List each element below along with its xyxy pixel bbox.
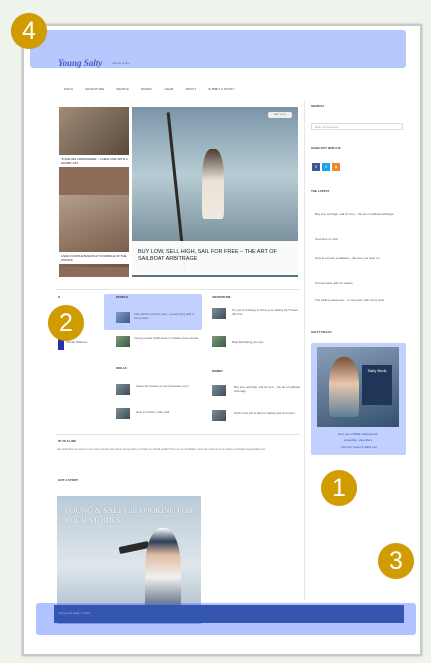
left-col-text[interactable]: tutorial Offshore	[66, 340, 96, 344]
featured-secondary[interactable]: 'S SAILING FORMANDER – A NEW OVE WITH A …	[59, 107, 129, 277]
promo-headline: YOUNG & SALTY IS LOOKING FOR YOUR STORIE…	[64, 506, 193, 525]
nav-item-adventure[interactable]: ADVENTURE	[85, 87, 104, 91]
skills-label: SKILLS	[116, 366, 127, 370]
skills-item-thumb[interactable]	[116, 384, 130, 395]
nav-item-submit-story[interactable]: SUBMIT A STORY	[208, 87, 234, 91]
site-tagline: salt life & tips	[112, 61, 130, 65]
featured-secondary-image-top[interactable]	[59, 107, 129, 155]
featured-main-figure	[202, 149, 224, 219]
money-label: MONEY	[212, 369, 224, 373]
money-item-2[interactable]: Work snob job & debt to sailing and surr…	[234, 411, 300, 415]
money-item-1[interactable]: Buy low, sell high, sail for free – the …	[234, 385, 300, 393]
featured-secondary-caption-bottom[interactable]: LIVEN COUPLE BUILDS AT IN MIDDLE OF THE …	[59, 252, 129, 264]
adventure-item-2[interactable]: Boat life/Hitting you tips	[232, 340, 298, 344]
latest-item-5[interactable]: The sailing sweetener – a new story with…	[315, 298, 403, 302]
money-item-thumb[interactable]	[212, 385, 226, 396]
nav-item-about[interactable]: ABOUT	[185, 87, 196, 91]
adventure-item-1[interactable]: So you're thinking of fixing your sailin…	[232, 308, 298, 316]
rss-icon[interactable]: s	[332, 163, 340, 171]
nav-item-sails[interactable]: SAILS	[64, 87, 73, 91]
search-input[interactable]: Enter your keywords...	[311, 123, 403, 130]
deal-book: Salty Book	[362, 365, 392, 405]
nav-item-people[interactable]: PEOPLE	[116, 87, 129, 91]
adventure-item-thumb[interactable]	[212, 336, 226, 347]
adventure-item-thumb[interactable]	[212, 308, 226, 319]
latest-item-2[interactable]: Sunshine on 100	[315, 237, 403, 241]
people-item-thumb[interactable]	[116, 336, 130, 347]
skills-item-2[interactable]: How to anchor under sail	[136, 410, 200, 414]
deal-caption-1[interactable]: Ever get a FREE Sailing book	[314, 432, 402, 436]
skills-item-1[interactable]: Clean the bottom of your boat like a pro	[136, 384, 200, 388]
money-item-thumb[interactable]	[212, 410, 226, 421]
deal-figure	[329, 357, 359, 417]
footer-bar	[54, 605, 404, 623]
skills-item-thumb[interactable]	[116, 408, 130, 419]
adventure-label: ADVENTURE	[212, 295, 231, 299]
footer-text: Young and Salty © 2015	[58, 611, 91, 615]
latest-title: THE LATEST	[311, 189, 330, 193]
featured-main[interactable]: BEST OF YS BUY LOW, SELL HIGH, SAIL FOR …	[132, 107, 298, 277]
people-item-thumb[interactable]	[116, 312, 130, 323]
twitter-icon[interactable]: t	[322, 163, 330, 171]
people-label: PEOPLE	[116, 295, 129, 299]
nav-item-money[interactable]: MONEY	[141, 87, 153, 91]
marker-2: 2	[48, 305, 84, 341]
section-divider	[55, 434, 300, 435]
spyglass-shape	[118, 540, 150, 555]
nav-item-gear[interactable]: GEAR	[165, 87, 174, 91]
latest-item-4[interactable]: 5 homemade gifts for sailors	[315, 281, 403, 285]
search-title: SEARCH	[311, 104, 324, 108]
main-nav: SAILS ADVENTURE PEOPLE MONEY GEAR ABOUT …	[52, 85, 292, 93]
deal-caption-2: subscribe, visit offers	[344, 438, 372, 442]
latest-item-3[interactable]: How to cement a sailboat – the love you …	[315, 256, 403, 260]
people-item-2[interactable]: Young couple builds boat in middle of th…	[134, 336, 200, 340]
sidebar-divider	[304, 100, 305, 600]
drop-line-title: IP US A LINE	[58, 439, 77, 443]
deal-caption-3[interactable]: - Join the Young & Salty List	[314, 445, 402, 449]
marker-1: 1	[321, 470, 357, 506]
salty-deal-image[interactable]: Salty Book	[317, 347, 399, 427]
facebook-icon[interactable]: f	[312, 163, 320, 171]
drop-line-body: We would that you and us more more shows…	[57, 448, 266, 451]
section-divider	[55, 289, 300, 290]
featured-secondary-caption-top[interactable]: 'S SAILING FORMANDER – A NEW OVE WITH A …	[59, 155, 129, 167]
salty-deals-title: SALTY DEALS	[311, 330, 332, 334]
social-title: HANG OUT WITH US	[311, 146, 341, 150]
site-logo[interactable]: Young Salty	[58, 58, 102, 68]
left-col-label: H	[58, 295, 61, 299]
people-item-1[interactable]: The call the world is your - a new story…	[134, 312, 200, 320]
got-story-title: GOT A STORY	[58, 478, 79, 482]
marker-4: 4	[11, 13, 47, 49]
featured-badge: BEST OF YS	[268, 112, 292, 118]
marker-3: 3	[378, 543, 414, 579]
featured-main-caption[interactable]: BUY LOW, SELL HIGH, SAIL FOR FREE – THE …	[132, 241, 298, 275]
latest-item-1[interactable]: Buy low, sell high, sail for free – the …	[315, 212, 403, 216]
